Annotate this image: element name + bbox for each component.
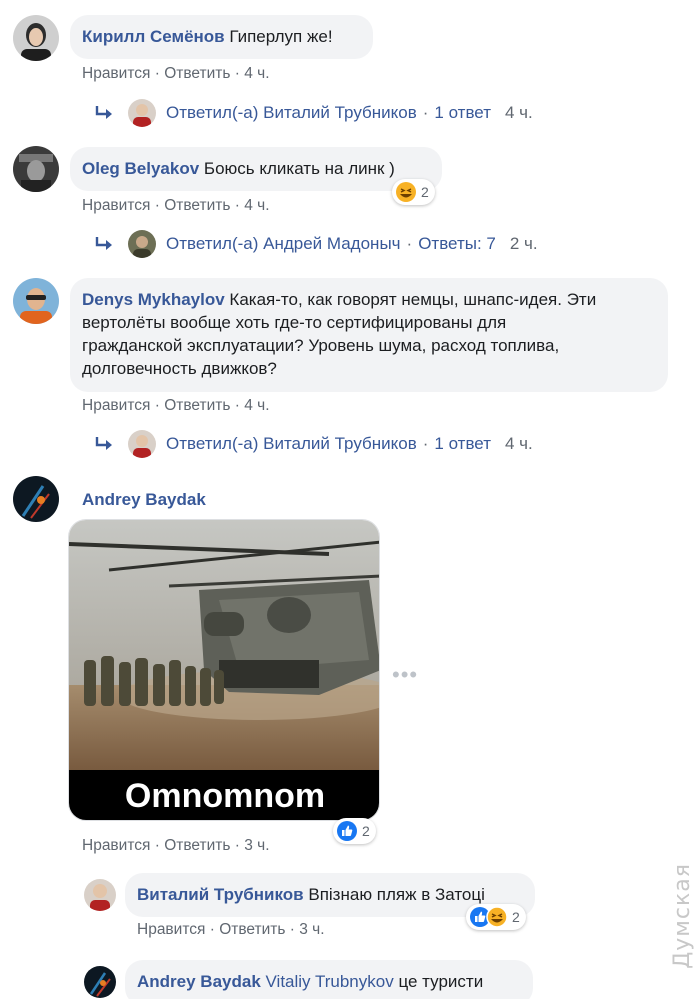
comment-text: це туристи bbox=[398, 972, 484, 991]
comment-bubble: Andrey Baydak Vitaliy Trubnykov це турис… bbox=[125, 960, 533, 999]
comment-text: Гиперлуп же! bbox=[229, 27, 333, 46]
replies-time: 2 ч. bbox=[509, 234, 538, 253]
reply-avatar bbox=[128, 230, 156, 258]
replies-count: 1 ответ bbox=[434, 103, 491, 122]
replies-prefix: Ответил(-а) Андрей Мадоныч bbox=[166, 234, 401, 253]
mention-link[interactable]: Vitaliy Trubnykov bbox=[266, 972, 394, 991]
comment-bubble: Denys Mykhaylov Какая-то, как говорят не… bbox=[70, 278, 668, 392]
watermark: Думская bbox=[670, 863, 695, 969]
reply-avatar bbox=[128, 99, 156, 127]
comment-author[interactable]: Andrey Baydak bbox=[137, 972, 261, 991]
replies-time: 4 ч. bbox=[504, 434, 533, 453]
avatar[interactable] bbox=[13, 15, 59, 61]
comment-actions: Нравится · Ответить · 4 ч. bbox=[82, 197, 270, 214]
replies-link[interactable]: Ответил(-а) Виталий Трубников · 1 ответ … bbox=[94, 99, 533, 127]
comment-actions: Нравится · Ответить · 3 ч. bbox=[137, 921, 325, 938]
photo-caption: Omnomnom bbox=[125, 777, 325, 815]
comment-author[interactable]: Виталий Трубников bbox=[137, 885, 304, 904]
comment-text: Боюсь кликать на линк ) bbox=[203, 159, 395, 178]
like-reaction-icon bbox=[337, 821, 357, 841]
reply-arrow-icon bbox=[95, 106, 112, 119]
like-link[interactable]: Нравится bbox=[137, 921, 205, 938]
replies-count: Ответы: 7 bbox=[418, 234, 496, 253]
reaction-count: 2 bbox=[512, 909, 520, 925]
reply-arrow-icon bbox=[95, 237, 112, 250]
replies-link[interactable]: Ответил(-а) Виталий Трубников · 1 ответ … bbox=[94, 430, 533, 458]
comment-time[interactable]: 4 ч. bbox=[244, 397, 269, 414]
comment-author[interactable]: Oleg Belyakov bbox=[82, 159, 199, 178]
helicopter-photo: Omnomnom bbox=[69, 520, 379, 820]
avatar[interactable] bbox=[84, 879, 116, 911]
comment-actions: Нравится · Ответить · 3 ч. bbox=[82, 837, 270, 854]
reply-link[interactable]: Ответить bbox=[164, 65, 230, 82]
like-link[interactable]: Нравится bbox=[82, 197, 150, 214]
reaction-summary[interactable]: 2 bbox=[466, 904, 526, 930]
like-link[interactable]: Нравится bbox=[82, 837, 150, 854]
avatar[interactable] bbox=[13, 278, 59, 324]
like-link[interactable]: Нравится bbox=[82, 397, 150, 414]
more-options-icon[interactable]: ••• bbox=[392, 662, 418, 688]
replies-link[interactable]: Ответил(-а) Андрей Мадоныч · Ответы: 7 2… bbox=[94, 230, 538, 258]
comment-author[interactable]: Кирилл Семёнов bbox=[82, 27, 225, 46]
reaction-count: 2 bbox=[362, 823, 370, 839]
comment-actions: Нравится · Ответить · 4 ч. bbox=[82, 397, 270, 414]
avatar[interactable] bbox=[84, 966, 116, 998]
comment-time[interactable]: 3 ч. bbox=[299, 921, 324, 938]
comment-author[interactable]: Denys Mykhaylov bbox=[82, 290, 225, 309]
reaction-summary[interactable]: 2 bbox=[392, 179, 435, 205]
replies-time: 4 ч. bbox=[504, 103, 533, 122]
replies-count: 1 ответ bbox=[434, 434, 491, 453]
reply-link[interactable]: Ответить bbox=[164, 837, 230, 854]
reply-link[interactable]: Ответить bbox=[219, 921, 285, 938]
comment-photo[interactable]: Omnomnom bbox=[68, 519, 380, 821]
comment-text: Впізнаю пляж в Затоці bbox=[308, 885, 485, 904]
reply-link[interactable]: Ответить bbox=[164, 397, 230, 414]
replies-prefix: Ответил(-а) Виталий Трубников bbox=[166, 103, 417, 122]
reaction-count: 2 bbox=[421, 184, 429, 200]
comment-author[interactable]: Andrey Baydak bbox=[82, 490, 206, 510]
comment-time[interactable]: 3 ч. bbox=[244, 837, 269, 854]
reply-avatar bbox=[128, 430, 156, 458]
comment-bubble: Oleg Belyakov Боюсь кликать на линк ) bbox=[70, 147, 442, 191]
like-link[interactable]: Нравится bbox=[82, 65, 150, 82]
avatar[interactable] bbox=[13, 146, 59, 192]
reply-arrow-icon bbox=[95, 437, 112, 450]
haha-reaction-icon bbox=[396, 182, 416, 202]
comment-time[interactable]: 4 ч. bbox=[244, 197, 269, 214]
avatar[interactable] bbox=[13, 476, 59, 522]
comment-text-line: вертолёты вообще хоть где-то сертифициро… bbox=[82, 313, 507, 332]
comment-text-line: Какая-то, как говорят немцы, шнапс-идея.… bbox=[229, 290, 597, 309]
haha-reaction-icon bbox=[486, 906, 508, 928]
comment-actions: Нравится · Ответить · 4 ч. bbox=[82, 65, 270, 82]
reaction-summary[interactable]: 2 bbox=[333, 818, 376, 844]
replies-prefix: Ответил(-а) Виталий Трубников bbox=[166, 434, 417, 453]
comment-time[interactable]: 4 ч. bbox=[244, 65, 269, 82]
reply-link[interactable]: Ответить bbox=[164, 197, 230, 214]
comment-text-line: долговечность движков? bbox=[82, 359, 277, 378]
comment-bubble: Кирилл Семёнов Гиперлуп же! bbox=[70, 15, 373, 59]
comment-text-line: гражданской эксплуатации? Уровень шума, … bbox=[82, 336, 560, 355]
